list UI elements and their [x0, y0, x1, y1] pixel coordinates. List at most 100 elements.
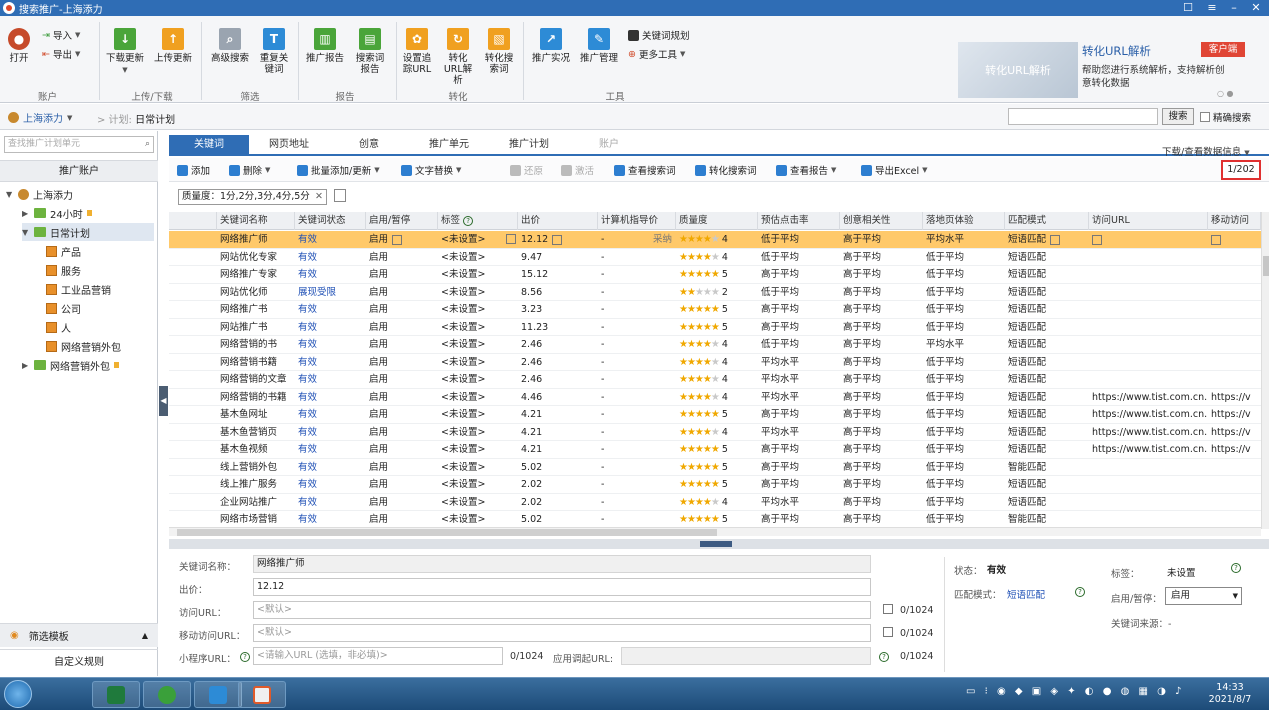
cell-landing[interactable]: 低于平均 [923, 354, 1005, 371]
cell-tag[interactable]: <未设置> [438, 284, 518, 301]
cell-match[interactable]: 短语匹配 [1005, 354, 1089, 371]
cell-guide[interactable]: - [598, 249, 676, 266]
cell-enable[interactable]: 启用 [366, 511, 438, 528]
cell-mobile-url[interactable]: https://v [1208, 424, 1261, 441]
export-excel-button[interactable]: 导出Excel ▼ [861, 163, 928, 177]
cell-name[interactable]: 基木鱼网址 [217, 406, 295, 423]
help-icon[interactable]: ? [879, 652, 889, 662]
help-icon[interactable]: ? [1075, 587, 1085, 597]
cell-mobile-url[interactable] [1208, 266, 1261, 283]
cell-match[interactable]: 短语匹配 [1005, 249, 1089, 266]
cell-bid[interactable]: 15.12 [518, 266, 598, 283]
cell-ctr[interactable]: 高于平均 [758, 476, 840, 493]
cell-relevance[interactable]: 高于平均 [840, 249, 923, 266]
cell-match[interactable]: 短语匹配 [1005, 266, 1089, 283]
cell-url[interactable] [1089, 511, 1208, 528]
cell-enable[interactable]: 启用 [366, 406, 438, 423]
cell-ctr[interactable]: 高于平均 [758, 459, 840, 476]
cell-name[interactable]: 企业网站推广 [217, 494, 295, 511]
close-icon[interactable]: ✕ [1246, 0, 1266, 16]
tab-keywords[interactable]: 关键词 [169, 135, 249, 154]
cell-mobile-url[interactable]: https://v [1208, 389, 1261, 406]
skin-icon[interactable]: ☐ [1178, 0, 1198, 16]
carousel-dots[interactable]: ○ ● [1217, 89, 1234, 98]
cell-ctr[interactable]: 平均水平 [758, 424, 840, 441]
table-row[interactable]: 企业网站推广 有效 启用 <未设置> 2.02- ★★★★★ 4 平均水平 高于平均 低于平均短… [169, 494, 1261, 511]
account-selector[interactable]: 上海添力 ▼ [8, 110, 72, 125]
cell-match[interactable]: 短语匹配 [1005, 371, 1089, 388]
header-checkbox-col[interactable] [169, 212, 217, 230]
tab-plans[interactable]: 推广计划 [489, 135, 569, 154]
cell-url[interactable] [1089, 284, 1208, 301]
cell-guide[interactable]: - [598, 336, 676, 353]
cell-match[interactable]: 短语匹配 [1005, 424, 1089, 441]
table-row[interactable]: 基木鱼视频 有效 启用 <未设置> 4.21- ★★★★★ 5 高于平均 高于平均 低于平均 短语… [169, 441, 1261, 459]
splitter-knob[interactable] [700, 541, 732, 547]
batch-add-button[interactable]: 批量添加/更新 ▼ [297, 163, 380, 177]
cell-guide[interactable]: - [598, 319, 676, 336]
tab-creatives[interactable]: 创意 [329, 135, 409, 154]
cell-relevance[interactable]: 高于平均 [840, 511, 923, 528]
minimize-icon[interactable]: – [1224, 0, 1244, 16]
tree-node-unit[interactable]: 网络营销外包 [46, 337, 121, 355]
cell-name[interactable]: 网络营销的文章 [217, 371, 295, 388]
cell-name[interactable]: 基木鱼视频 [217, 441, 295, 458]
cell-match[interactable]: 短语匹配 [1005, 476, 1089, 493]
quality-filter-chip[interactable]: 质量度：1分,2分,3分,4分,5分 ✕ [178, 189, 327, 205]
cell-tag[interactable]: <未设置> [438, 301, 518, 318]
edit-icon[interactable] [883, 604, 893, 614]
tree-node-unit[interactable]: 服务 [46, 261, 81, 279]
cell-name[interactable]: 网络营销书籍 [217, 354, 295, 371]
cell-ctr[interactable]: 高于平均 [758, 406, 840, 423]
edit-icon[interactable] [1050, 234, 1061, 245]
kw-name-field[interactable]: 网络推广师 [253, 555, 871, 573]
cell-landing[interactable]: 低于平均 [923, 249, 1005, 266]
cell-bid[interactable]: 2.46 [518, 371, 598, 388]
cell-url[interactable] [1089, 459, 1208, 476]
cell-tag[interactable]: <未设置> [438, 476, 518, 493]
cell-guide[interactable]: - [598, 284, 676, 301]
collapse-sidebar-handle[interactable]: ◀ [159, 386, 168, 416]
cell-ctr[interactable]: 高于平均 [758, 319, 840, 336]
restore-button[interactable]: 还原 [510, 163, 543, 177]
cell-enable[interactable]: 启用 [366, 231, 438, 248]
taskbar-baidu[interactable] [238, 681, 286, 708]
cell-relevance[interactable]: 高于平均 [840, 336, 923, 353]
convert-url-button[interactable]: ↻ 转化URL解析 [440, 28, 476, 86]
import-button[interactable]: ⇥ 导入 ▼ [42, 28, 80, 43]
cell-ctr[interactable]: 低于平均 [758, 231, 840, 248]
cell-guide[interactable]: - [598, 389, 676, 406]
cell-name[interactable]: 网站优化专家 [217, 249, 295, 266]
header-col-ctr[interactable]: 预估点击率 [758, 212, 840, 230]
cell-bid[interactable]: 2.02 [518, 476, 598, 493]
cell-relevance[interactable]: 高于平均 [840, 389, 923, 406]
tree-node-plan[interactable]: ▶ 24小时 [22, 204, 92, 222]
add-button[interactable]: 添加 [177, 163, 210, 177]
plan-search-input[interactable]: 查找推广计划单元 ⌕ [4, 136, 154, 153]
expand-arrow-icon[interactable]: ▼ [22, 228, 30, 237]
cell-landing[interactable]: 低于平均 [923, 476, 1005, 493]
cell-bid[interactable]: 2.46 [518, 336, 598, 353]
cell-tag[interactable]: <未设置> [438, 389, 518, 406]
filter-template-panel[interactable]: ◉ 筛选模板 ▲ [0, 623, 158, 647]
table-row[interactable]: 网络营销的文章 有效 启用 <未设置> 2.46- ★★★★★ 4 平均水平 高于平均 低于平均… [169, 371, 1261, 389]
set-track-url-button[interactable]: ✿ 设置追踪URL [400, 28, 434, 75]
cell-enable[interactable]: 启用 [366, 284, 438, 301]
scroll-thumb[interactable] [177, 529, 717, 536]
cell-landing[interactable]: 平均水平 [923, 336, 1005, 353]
table-row[interactable]: 基木鱼营销页 有效 启用 <未设置> 4.21- ★★★★★ 4 平均水平 高于平均 低于平均短… [169, 424, 1261, 441]
convert-search-terms-button[interactable]: 转化搜索词 [695, 163, 757, 177]
cell-bid[interactable]: 4.21 [518, 406, 598, 423]
cell-landing[interactable]: 低于平均 [923, 424, 1005, 441]
cell-relevance[interactable]: 高于平均 [840, 284, 923, 301]
header-col-guide[interactable]: 计算机指导价 [598, 212, 676, 230]
cell-ctr[interactable]: 高于平均 [758, 301, 840, 318]
cell-guide[interactable]: - [598, 511, 676, 528]
cell-landing[interactable]: 低于平均 [923, 284, 1005, 301]
app-url-field[interactable] [621, 647, 871, 665]
cell-ctr[interactable]: 高于平均 [758, 441, 840, 458]
cell-guide[interactable]: - [598, 354, 676, 371]
grid-vertical-scrollbar[interactable] [1261, 212, 1269, 529]
cell-tag[interactable]: <未设置> [438, 336, 518, 353]
tree-node-account[interactable]: ▼ 上海添力 [6, 185, 73, 203]
